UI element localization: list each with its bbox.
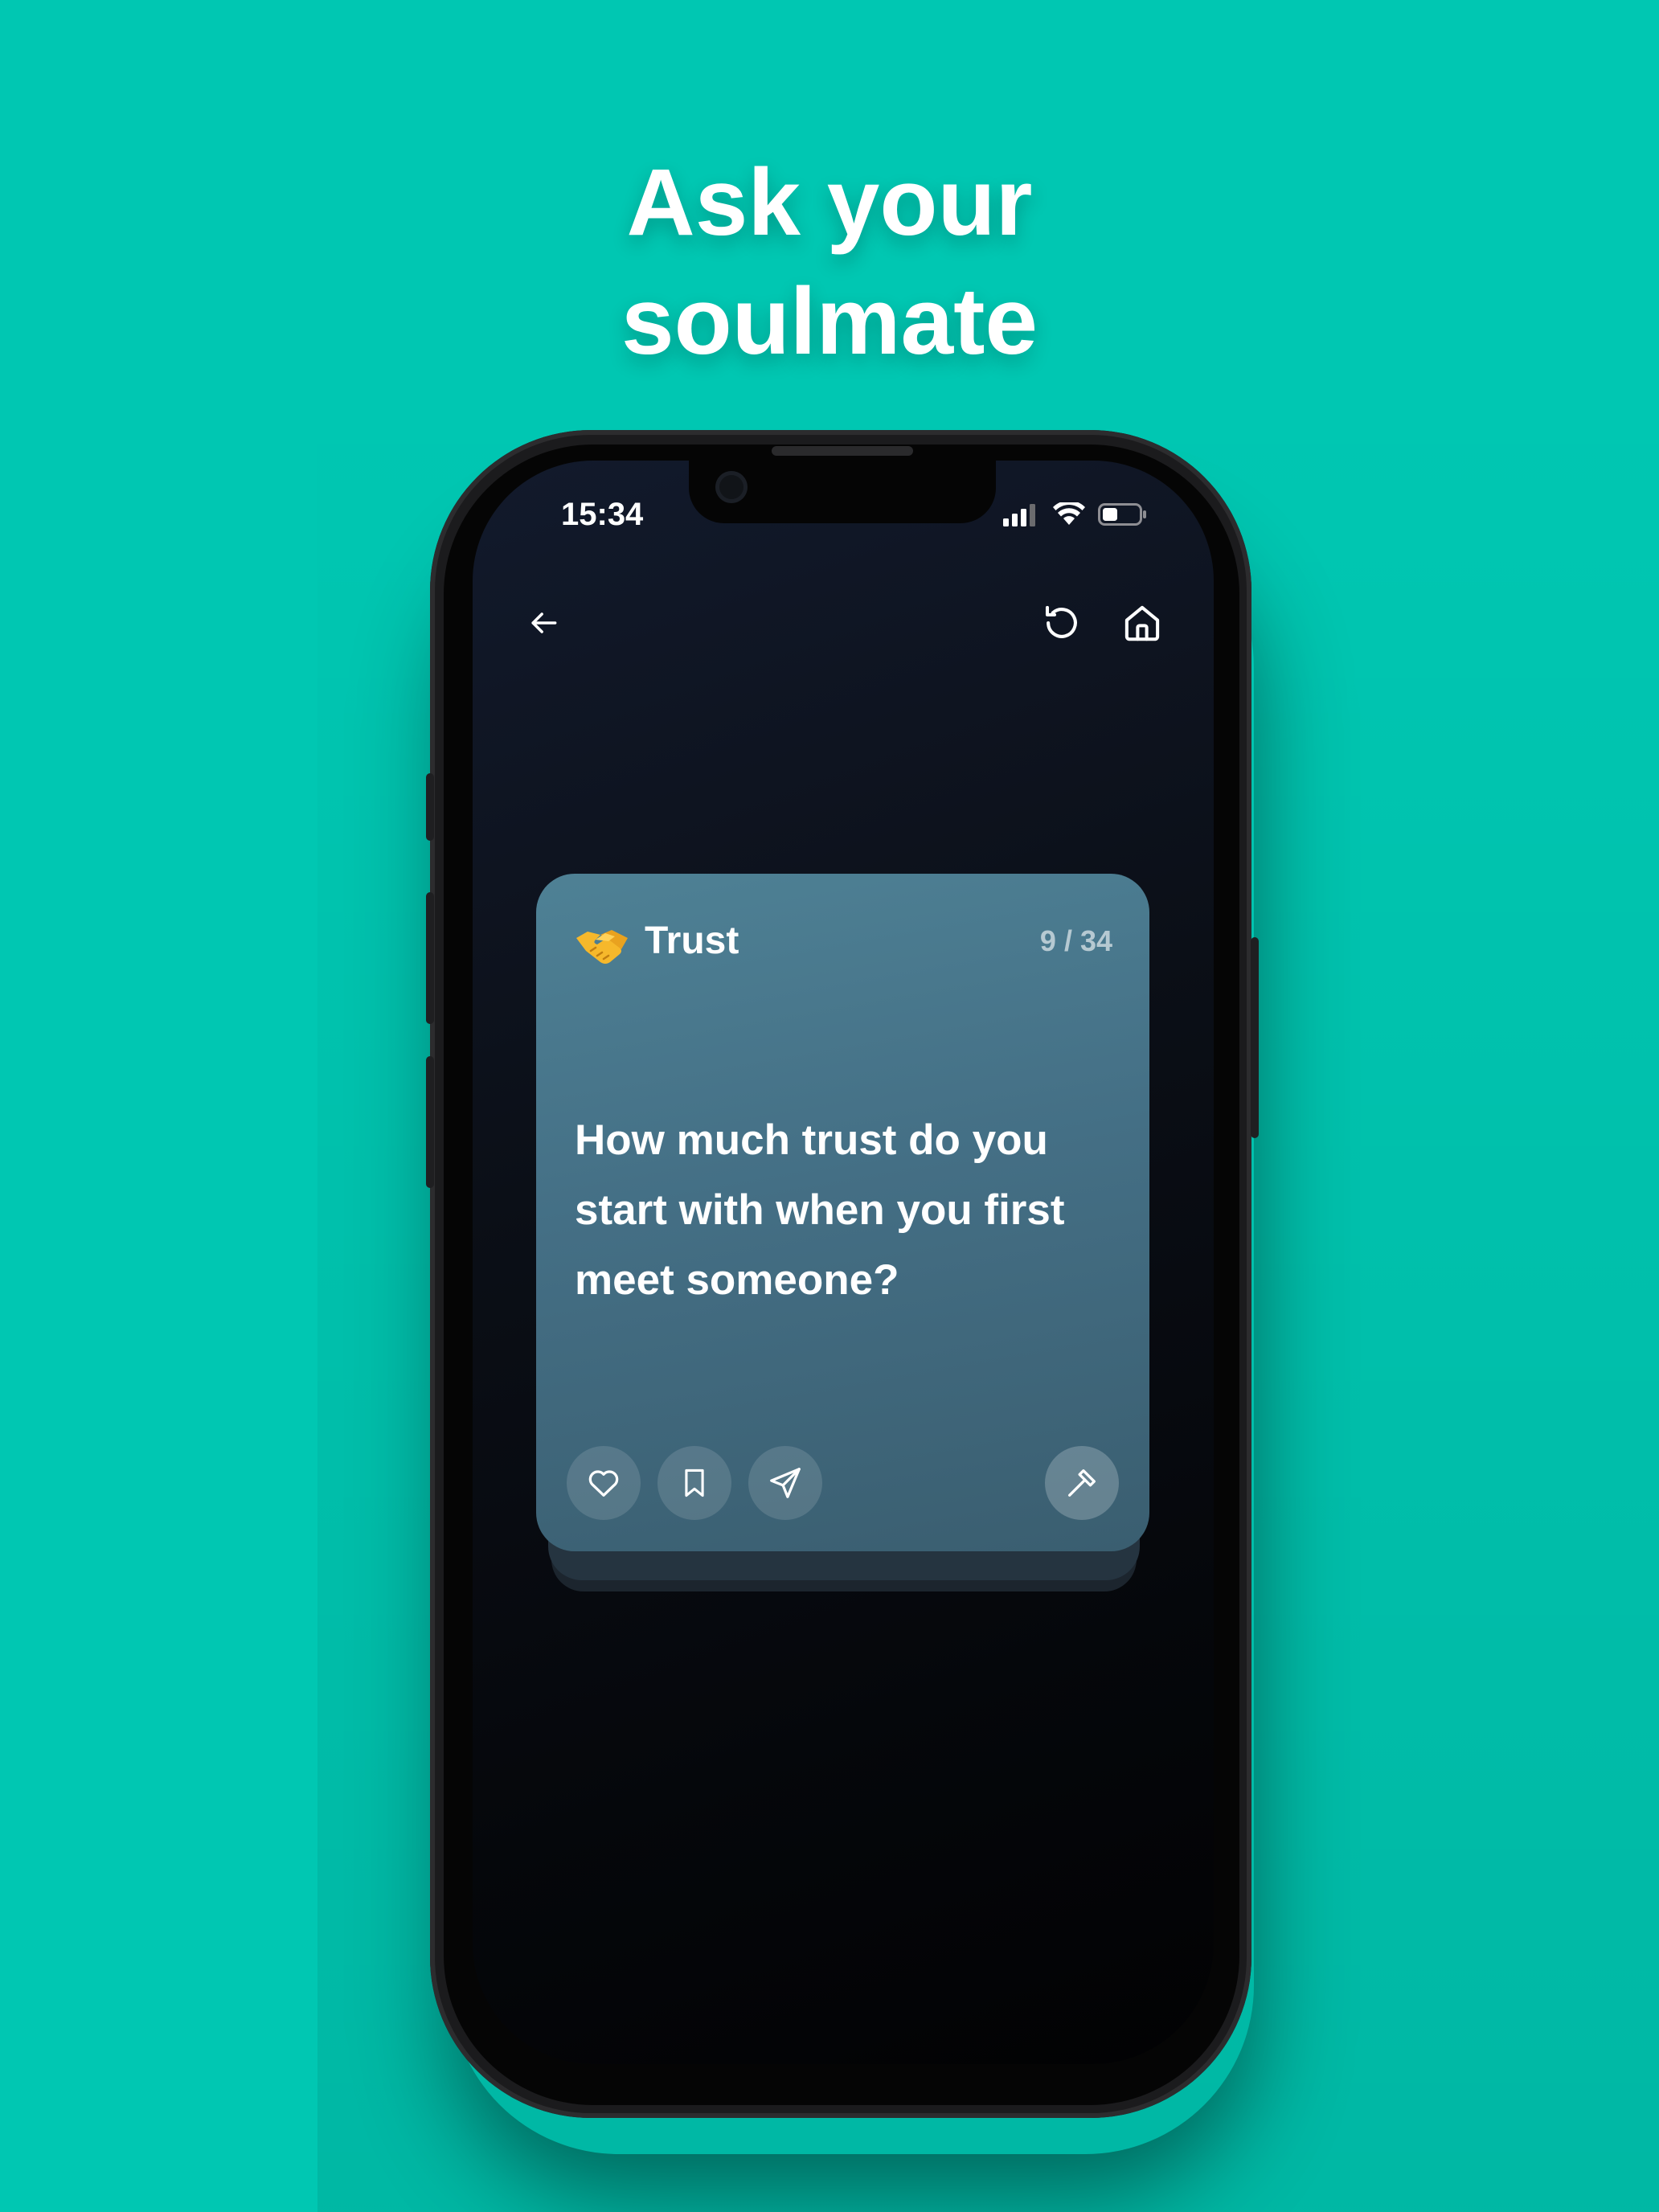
heart-icon bbox=[588, 1470, 619, 1497]
status-time: 15:34 bbox=[561, 497, 644, 532]
share-button[interactable] bbox=[748, 1446, 822, 1520]
mute-switch bbox=[426, 773, 434, 841]
question-card[interactable]: Trust 9 / 34 How much trust do you start… bbox=[536, 874, 1149, 1551]
bookmark-icon bbox=[685, 1469, 704, 1497]
volume-up-button bbox=[426, 892, 434, 1024]
like-button[interactable] bbox=[567, 1446, 641, 1520]
power-button bbox=[1251, 937, 1259, 1138]
refresh-icon bbox=[1045, 605, 1077, 638]
wifi-icon bbox=[1053, 502, 1085, 525]
arrow-left-icon bbox=[531, 612, 557, 633]
headline: Ask your soulmate bbox=[0, 143, 1659, 381]
headline-line-2: soulmate bbox=[621, 268, 1038, 375]
home-button[interactable] bbox=[1114, 595, 1170, 651]
refresh-button[interactable] bbox=[1034, 595, 1090, 651]
speaker-grille bbox=[772, 446, 913, 456]
volume-down-button bbox=[426, 1056, 434, 1188]
handshake-icon bbox=[576, 930, 628, 964]
card-counter: 9 / 34 bbox=[1039, 924, 1112, 957]
front-camera bbox=[715, 471, 748, 503]
status-icons bbox=[1002, 498, 1148, 530]
judge-button[interactable] bbox=[1045, 1446, 1119, 1520]
send-icon bbox=[770, 1468, 801, 1498]
headline-line-1: Ask your bbox=[626, 150, 1033, 256]
battery-icon bbox=[1098, 503, 1146, 526]
card-question: How much trust do you start with when yo… bbox=[575, 1116, 1065, 1304]
card-category: Trust bbox=[645, 920, 739, 962]
cellular-signal-icon bbox=[1003, 504, 1035, 526]
hammer-icon bbox=[1068, 1469, 1096, 1497]
home-icon bbox=[1124, 605, 1160, 641]
bookmark-button[interactable] bbox=[657, 1446, 731, 1520]
back-button[interactable] bbox=[515, 595, 571, 651]
